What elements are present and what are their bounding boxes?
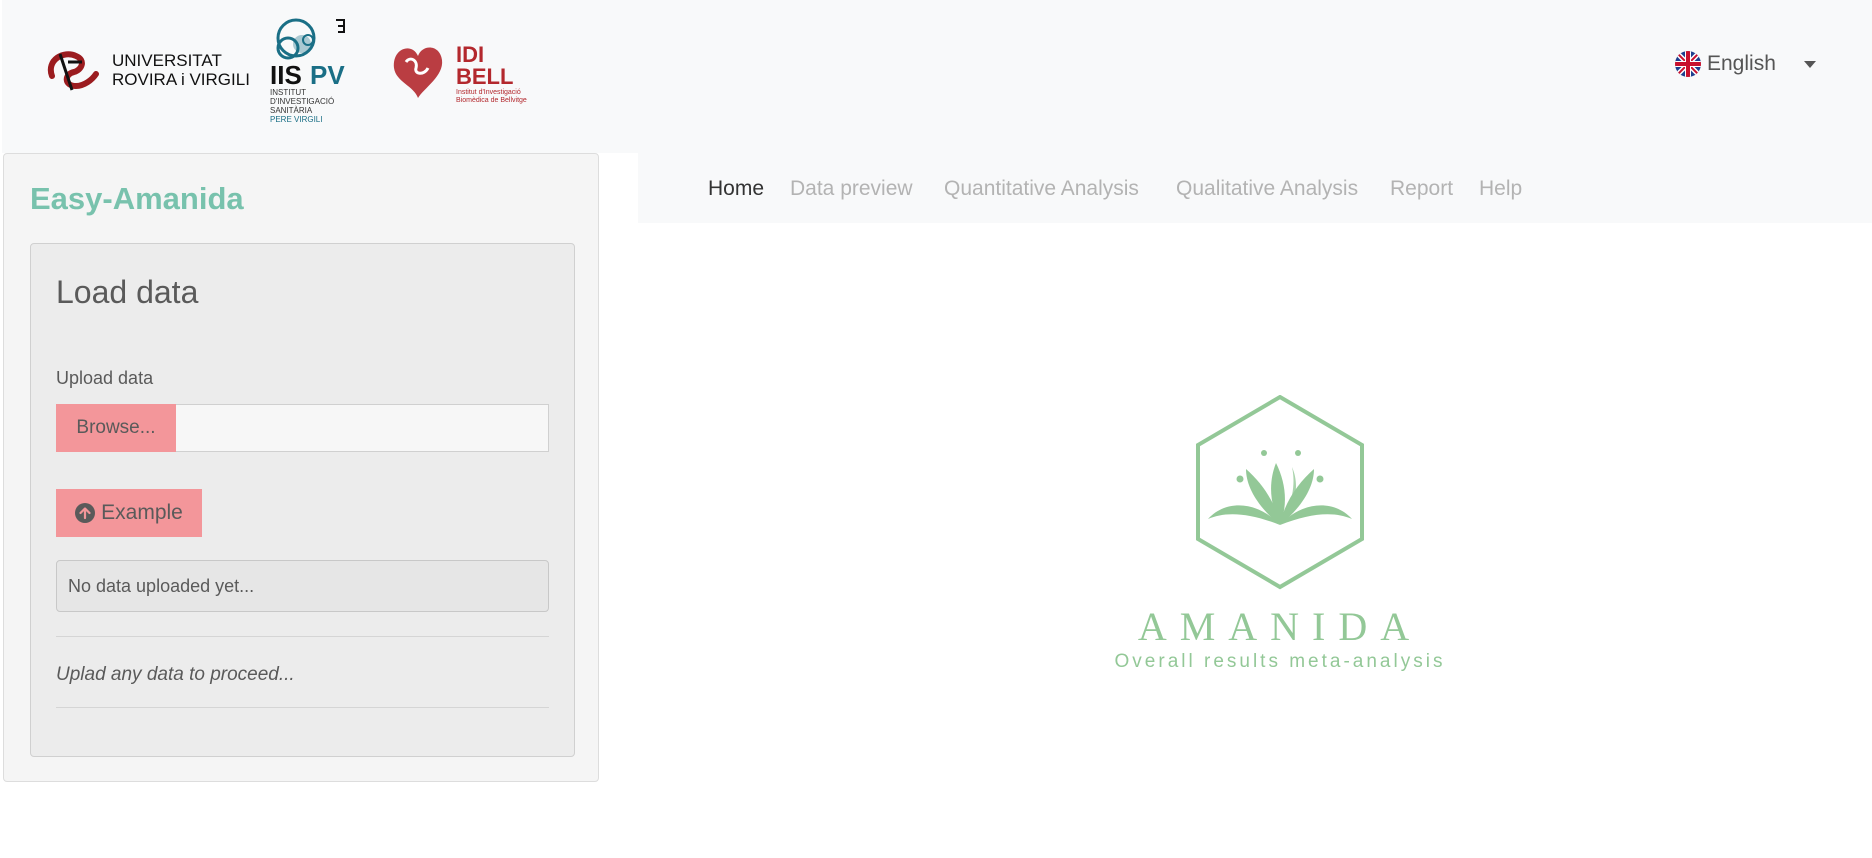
load-data-panel: Load data Upload data Browse... Example … xyxy=(30,243,575,757)
example-button[interactable]: Example xyxy=(56,489,202,537)
tab-report[interactable]: Report xyxy=(1390,177,1453,201)
iispv-emblem-icon: IIS PV INSTITUT D'INVESTIGACIÓ SANITÀRIA… xyxy=(270,18,345,124)
tab-home[interactable]: Home xyxy=(708,177,764,201)
sidebar: Easy-Amanida Load data Upload data Brows… xyxy=(3,153,599,782)
idibell-emblem-icon: IDI BELL Institut d'Investigació Biomèdi… xyxy=(393,42,527,104)
language-label: English xyxy=(1707,52,1776,75)
tab-quantitative-analysis[interactable]: Quantitative Analysis xyxy=(944,177,1139,201)
amanida-logo: AMANIDA Overall results meta-analysis xyxy=(1100,394,1460,685)
svg-text:IIS: IIS xyxy=(270,60,302,90)
svg-text:Institut d'Investigació: Institut d'Investigació xyxy=(456,89,521,96)
file-upload: Browse... xyxy=(56,404,549,452)
panel-title: Load data xyxy=(56,274,199,310)
divider xyxy=(56,707,549,708)
tab-data-preview[interactable]: Data preview xyxy=(790,177,913,201)
header: UNIVERSITAT ROVIRA i VIRGILI IIS PV INST… xyxy=(2,0,1872,153)
upload-status: No data uploaded yet... xyxy=(56,560,549,612)
svg-text:Biomèdica de Bellvitge: Biomèdica de Bellvitge xyxy=(456,97,527,104)
proceed-hint: Uplad any data to proceed... xyxy=(56,664,295,685)
main-nav: Home Data preview Quantitative Analysis … xyxy=(638,153,1872,223)
urv-emblem-icon xyxy=(47,51,99,91)
brand-name: AMANIDA xyxy=(1137,604,1423,649)
tab-help[interactable]: Help xyxy=(1479,177,1522,201)
arrow-up-circle-icon xyxy=(75,503,96,523)
browse-button[interactable]: Browse... xyxy=(56,404,176,452)
language-selector[interactable]: English xyxy=(1675,46,1816,82)
urv-line2: ROVIRA i VIRGILI xyxy=(112,70,250,89)
svg-text:PERE VIRGILI: PERE VIRGILI xyxy=(270,115,322,124)
svg-text:BELL: BELL xyxy=(456,64,513,89)
svg-text:PV: PV xyxy=(310,60,345,90)
svg-text:INSTITUT: INSTITUT xyxy=(270,88,306,97)
svg-text:D'INVESTIGACIÓ: D'INVESTIGACIÓ xyxy=(270,97,334,106)
chevron-down-icon xyxy=(1803,60,1816,68)
brand-subtitle: Overall results meta-analysis xyxy=(1114,651,1446,672)
file-name-field[interactable] xyxy=(176,404,549,452)
divider xyxy=(56,636,549,637)
urv-logo: UNIVERSITAT ROVIRA i VIRGILI xyxy=(42,46,250,94)
example-label: Example xyxy=(101,501,183,524)
svg-text:SANITÀRIA: SANITÀRIA xyxy=(270,106,313,115)
urv-line1: UNIVERSITAT xyxy=(112,51,222,70)
app-title: Easy-Amanida xyxy=(30,181,244,216)
uk-flag-icon xyxy=(1675,51,1701,77)
upload-label: Upload data xyxy=(56,368,154,388)
idibell-logo: IDI BELL Institut d'Investigació Biomèdi… xyxy=(388,38,528,108)
amanida-hexagon-icon xyxy=(1196,394,1364,590)
tab-qualitative-analysis[interactable]: Qualitative Analysis xyxy=(1176,177,1358,201)
iispv-logo: IIS PV INSTITUT D'INVESTIGACIÓ SANITÀRIA… xyxy=(270,18,354,126)
